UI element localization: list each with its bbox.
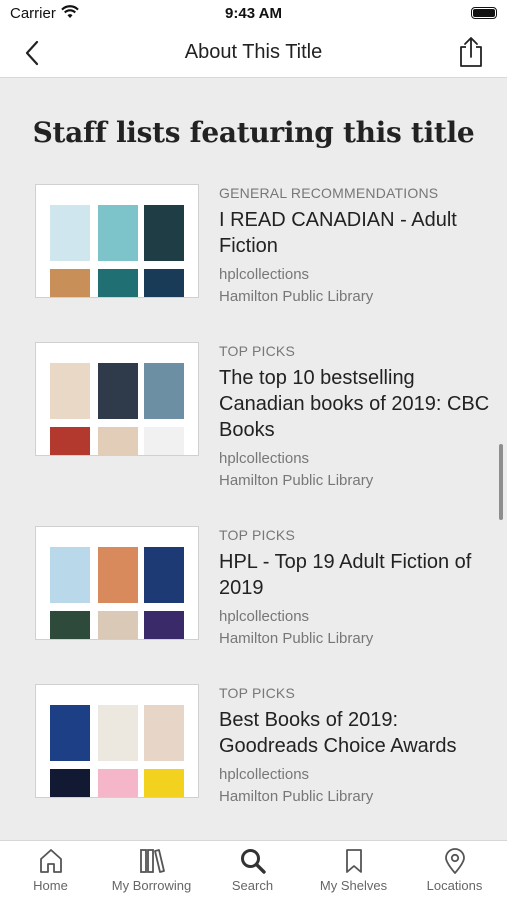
- tab-label: Search: [231, 878, 274, 893]
- book-cover: [50, 269, 90, 297]
- status-bar: Carrier 9:43 AM: [0, 0, 507, 28]
- scroll-indicator[interactable]: [499, 444, 503, 520]
- book-cover: [98, 705, 138, 761]
- tab-label: My Borrowing: [111, 878, 192, 893]
- book-cover: [50, 547, 90, 603]
- tab-my-borrowing[interactable]: My Borrowing: [101, 841, 202, 901]
- books-icon: [139, 849, 165, 873]
- search-icon: [240, 849, 266, 874]
- tab-label: My Shelves: [319, 878, 388, 893]
- tab-label: Locations: [426, 878, 483, 893]
- book-cover: [98, 363, 138, 419]
- list-category: GENERAL RECOMMENDATIONS: [219, 185, 439, 201]
- tab-my-shelves[interactable]: My Shelves: [303, 841, 404, 901]
- book-cover: [98, 427, 138, 455]
- list-info: TOP PICKS Best Books of 2019: Goodreads …: [219, 684, 499, 808]
- list-thumbnail[interactable]: [35, 342, 199, 456]
- book-cover: [50, 611, 90, 639]
- tab-label: Home: [33, 878, 68, 893]
- list-title[interactable]: I READ CANADIAN - Adult Fiction: [219, 207, 499, 259]
- book-cover: [98, 205, 138, 261]
- list-title[interactable]: The top 10 bestselling Canadian books of…: [219, 365, 499, 443]
- list-title[interactable]: Best Books of 2019: Goodreads Choice Awa…: [219, 707, 499, 759]
- tab-home[interactable]: Home: [0, 841, 101, 901]
- book-cover: [50, 769, 90, 797]
- book-cover: [144, 611, 184, 639]
- list-thumbnail[interactable]: [35, 684, 199, 798]
- book-cover: [144, 769, 184, 797]
- book-cover: [98, 769, 138, 797]
- list-thumbnail[interactable]: [35, 184, 199, 298]
- list-library: Hamilton Public Library: [219, 472, 374, 489]
- list-thumbnail[interactable]: [35, 526, 199, 640]
- book-cover: [98, 611, 138, 639]
- list-category: TOP PICKS: [219, 527, 295, 543]
- list-category: TOP PICKS: [219, 685, 295, 701]
- list-title[interactable]: HPL - Top 19 Adult Fiction of 2019: [219, 549, 499, 601]
- list-author: hplcollections: [219, 450, 310, 467]
- list-library: Hamilton Public Library: [219, 288, 374, 305]
- book-cover: [98, 547, 138, 603]
- list-info: TOP PICKS The top 10 bestselling Canadia…: [219, 342, 499, 492]
- book-cover: [144, 363, 184, 419]
- book-cover: [144, 705, 184, 761]
- list-author: hplcollections: [219, 266, 310, 283]
- list-library: Hamilton Public Library: [219, 630, 374, 647]
- book-cover: [144, 269, 184, 297]
- tab-search[interactable]: Search: [202, 841, 303, 901]
- section-heading: Staff lists featuring this title: [32, 116, 475, 149]
- list-library: Hamilton Public Library: [219, 788, 374, 805]
- book-cover: [98, 269, 138, 297]
- book-cover: [144, 205, 184, 261]
- list-category: TOP PICKS: [219, 343, 295, 359]
- book-cover: [50, 427, 90, 455]
- page-title: About This Title: [184, 41, 323, 63]
- book-cover: [50, 705, 90, 761]
- book-cover: [144, 547, 184, 603]
- list-info: TOP PICKS HPL - Top 19 Adult Fiction of …: [219, 526, 499, 650]
- bookmark-icon: [345, 849, 362, 873]
- navigation-bar: About This Title: [0, 28, 507, 78]
- home-icon: [39, 849, 62, 873]
- tab-locations[interactable]: Locations: [404, 841, 505, 901]
- book-cover: [50, 205, 90, 261]
- battery-icon: [471, 7, 497, 19]
- list-author: hplcollections: [219, 608, 310, 625]
- share-button[interactable]: [457, 36, 485, 68]
- list-author: hplcollections: [219, 766, 310, 783]
- clock: 9:43 AM: [225, 5, 282, 22]
- list-info: GENERAL RECOMMENDATIONS I READ CANADIAN …: [219, 184, 499, 308]
- location-pin-icon: [444, 848, 465, 874]
- book-cover: [50, 363, 90, 419]
- book-cover: [144, 427, 184, 455]
- tab-bar: Home My Borrowing Search My Shelves Loca…: [0, 840, 507, 900]
- content-area[interactable]: Staff lists featuring this title GENERAL…: [0, 78, 507, 840]
